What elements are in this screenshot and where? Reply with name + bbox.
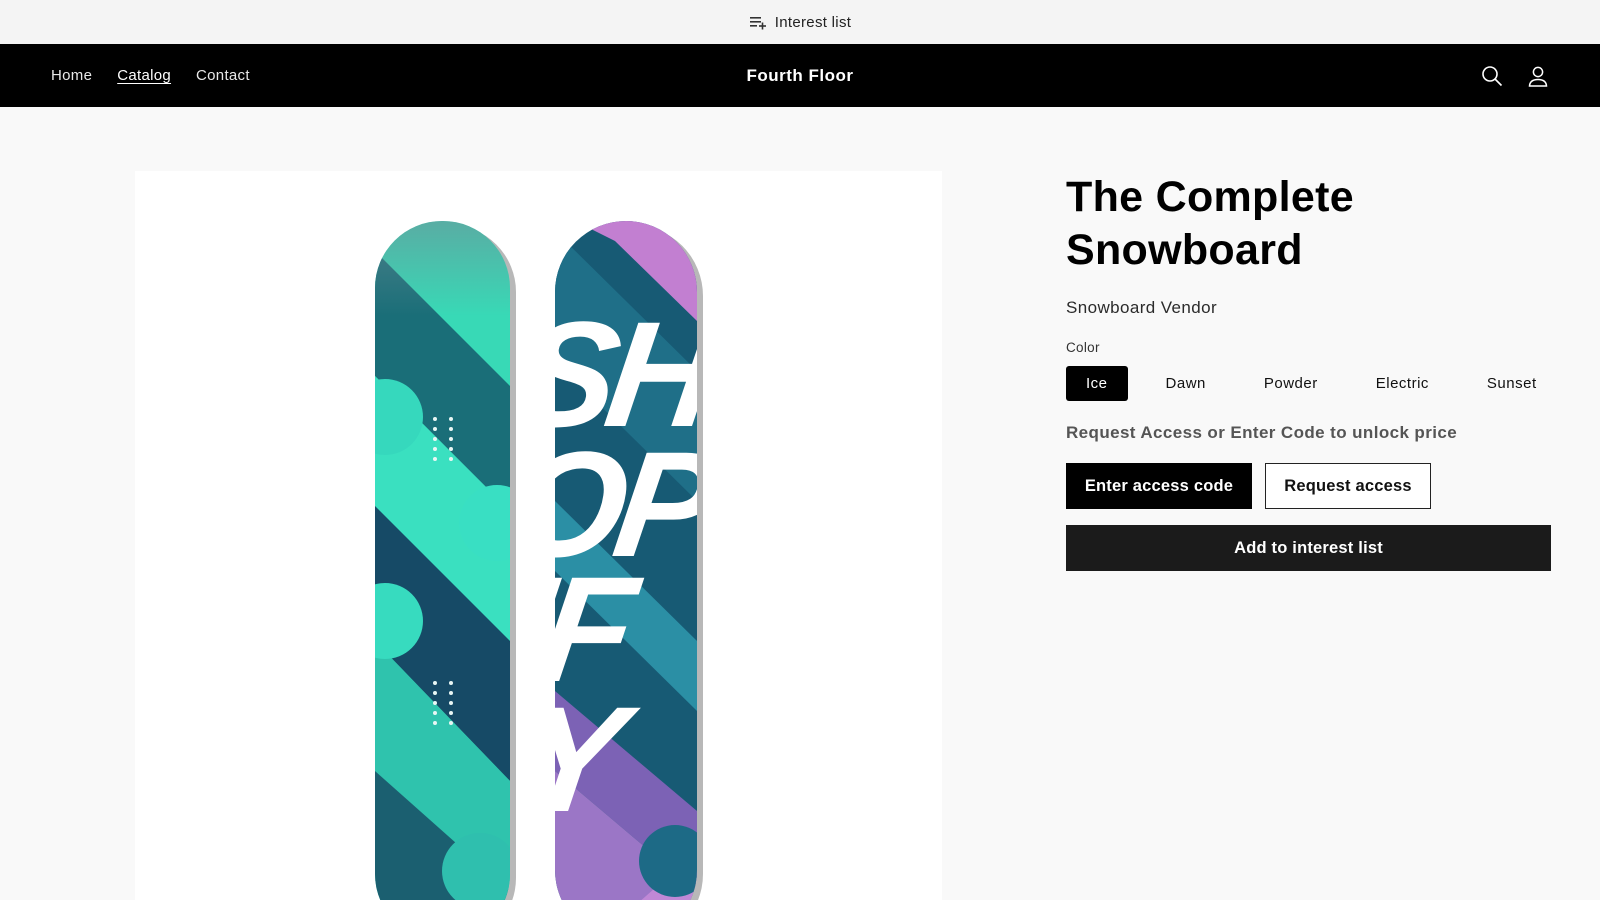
main-nav: Home Catalog Contact: [51, 44, 250, 107]
interest-list-link[interactable]: Interest list: [749, 14, 851, 31]
header-icons: [1480, 44, 1550, 107]
product-title-line1: The Complete: [1066, 173, 1354, 221]
product-image[interactable]: SH OP IF Y: [135, 171, 942, 900]
account-icon[interactable]: [1526, 64, 1550, 88]
color-option-sunset[interactable]: Sunset: [1467, 366, 1557, 401]
color-option-electric[interactable]: Electric: [1356, 366, 1449, 401]
color-selector: Ice Dawn Powder Electric Sunset: [1066, 366, 1551, 401]
product-title-line2: Snowboard: [1066, 226, 1303, 274]
access-buttons: Enter access code Request access: [1066, 463, 1551, 509]
unlock-price-text: Request Access or Enter Code to unlock p…: [1066, 423, 1458, 442]
playlist-add-icon: [749, 14, 767, 30]
nav-catalog[interactable]: Catalog: [117, 67, 171, 84]
product-title: The Complete Snowboard: [1066, 171, 1551, 277]
search-icon[interactable]: [1480, 64, 1504, 88]
enter-access-code-button[interactable]: Enter access code: [1066, 463, 1252, 509]
interest-list-label: Interest list: [774, 13, 852, 31]
color-option-dawn[interactable]: Dawn: [1146, 366, 1226, 401]
color-option-label: Color: [1066, 340, 1100, 355]
site-header: Home Catalog Contact Fourth Floor: [0, 44, 1600, 107]
add-to-interest-list-button[interactable]: Add to interest list: [1066, 525, 1551, 571]
announcement-bar: Interest list: [0, 0, 1600, 44]
color-option-ice[interactable]: Ice: [1066, 366, 1128, 401]
store-logo[interactable]: Fourth Floor: [746, 66, 853, 86]
request-access-button[interactable]: Request access: [1265, 463, 1431, 509]
nav-contact[interactable]: Contact: [196, 67, 250, 84]
product-vendor: Snowboard Vendor: [1066, 298, 1218, 317]
nav-home[interactable]: Home: [51, 67, 92, 84]
product-info: The Complete Snowboard Snowboard Vendor …: [1066, 171, 1551, 571]
color-option-powder[interactable]: Powder: [1244, 366, 1338, 401]
